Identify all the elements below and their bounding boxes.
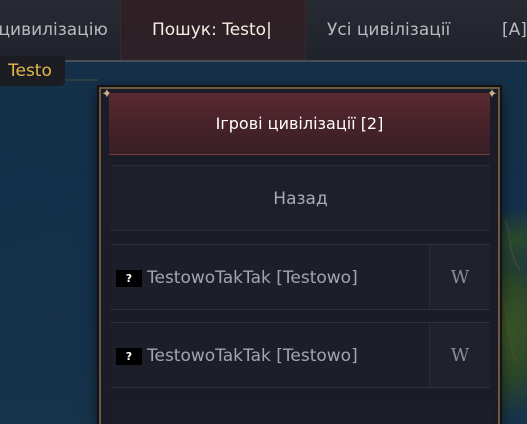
list-item: ? TestowoTakTak [Testowo] W bbox=[111, 322, 490, 388]
wikipedia-icon[interactable]: W bbox=[429, 323, 490, 387]
search-bar: и цивилізацію Пошук: Testo| Усі цивіліза… bbox=[0, 0, 527, 62]
wikipedia-icon[interactable]: W bbox=[429, 245, 490, 309]
unknown-civ-icon: ? bbox=[116, 348, 142, 365]
civ-popup: ✦ ✦ Ігрові цивілізації [2] Назад ? Testo… bbox=[99, 87, 500, 424]
alphabet-filter-button[interactable]: [A] bbox=[502, 0, 527, 60]
civ-select-button[interactable]: ? TestowoTakTak [Testowo] bbox=[111, 323, 426, 387]
back-button[interactable]: Назад bbox=[111, 165, 490, 231]
all-civs-tab[interactable]: Усі цивілізації bbox=[327, 0, 450, 60]
list-item: ? TestowoTakTak [Testowo] W bbox=[111, 244, 490, 310]
civ-filter-tab[interactable]: и цивилізацію bbox=[0, 0, 108, 60]
civ-select-button[interactable]: ? TestowoTakTak [Testowo] bbox=[111, 245, 426, 309]
search-suggestion[interactable]: Testo bbox=[0, 56, 65, 86]
unknown-civ-icon: ? bbox=[116, 270, 142, 287]
popup-title: Ігрові цивілізації [2] bbox=[109, 93, 490, 155]
popup-footer bbox=[111, 401, 490, 424]
civ-name: TestowoTakTak [Testowo] bbox=[147, 268, 358, 288]
civ-name: TestowoTakTak [Testowo] bbox=[147, 346, 358, 366]
search-input[interactable]: Пошук: Testo| bbox=[120, 0, 306, 60]
